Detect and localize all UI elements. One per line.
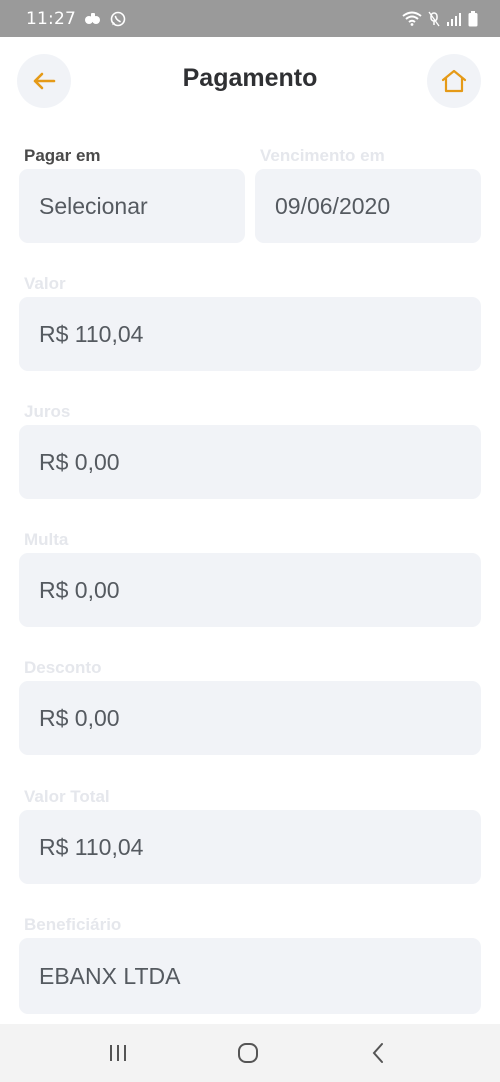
home-nav-button[interactable] <box>228 1038 268 1068</box>
silent-icon <box>428 11 440 27</box>
status-right <box>402 10 478 27</box>
signal-icon <box>446 12 462 26</box>
system-nav-bar <box>0 1024 500 1082</box>
wifi-icon <box>402 11 422 26</box>
due-date-field: 09/06/2020 <box>255 169 481 243</box>
pay-on-label: Pagar em <box>24 146 101 165</box>
home-icon <box>440 68 468 94</box>
home-button-icon <box>237 1042 259 1064</box>
status-time: 11:27 <box>26 8 76 29</box>
fine-field: R$ 0,00 <box>19 553 481 627</box>
status-bar: 11:27 <box>0 0 500 37</box>
interest-label: Juros <box>24 402 71 421</box>
page-title: Pagamento <box>182 64 318 92</box>
interest-field: R$ 0,00 <box>19 425 481 499</box>
pay-on-select[interactable]: Selecionar <box>19 169 245 243</box>
beneficiary-label: Beneficiário <box>24 915 122 934</box>
battery-icon <box>468 10 478 27</box>
fine-label: Multa <box>24 530 69 549</box>
recent-apps-button[interactable] <box>98 1038 138 1068</box>
whatsapp-icon <box>110 11 126 27</box>
amount-label: Valor <box>24 274 66 293</box>
discount-label: Desconto <box>24 658 102 677</box>
home-button[interactable] <box>427 54 481 108</box>
app-header: Pagamento <box>0 37 500 127</box>
due-date-label: Vencimento em <box>260 146 385 165</box>
back-nav-button[interactable] <box>358 1038 398 1068</box>
total-label: Valor Total <box>24 787 110 806</box>
total-field: R$ 110,04 <box>19 810 481 884</box>
recent-apps-icon <box>108 1043 128 1063</box>
amount-field: R$ 110,04 <box>19 297 481 371</box>
notification-leaf-icon <box>84 12 102 26</box>
back-button-icon <box>371 1042 385 1064</box>
beneficiary-field: EBANX LTDA <box>19 938 481 1014</box>
status-left: 11:27 <box>26 9 126 29</box>
discount-field: R$ 0,00 <box>19 681 481 755</box>
